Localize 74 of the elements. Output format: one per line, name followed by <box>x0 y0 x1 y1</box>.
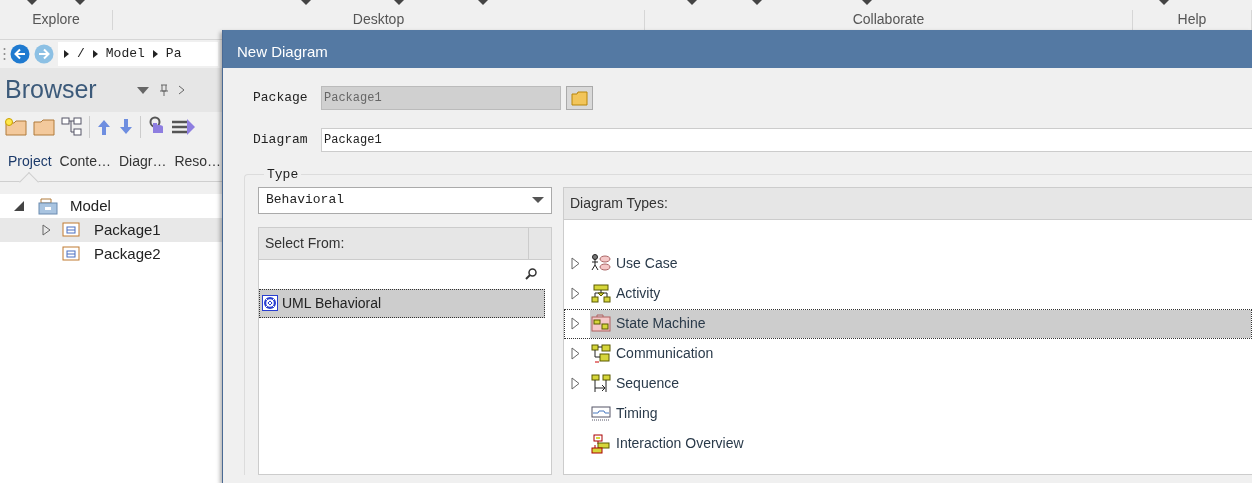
tree-item[interactable]: Sequence <box>564 368 1252 399</box>
tree-item[interactable]: Package2 <box>0 242 222 266</box>
tree-item[interactable]: Package1 <box>0 218 222 242</box>
tab[interactable]: Diagr… <box>118 151 167 171</box>
caret-icon[interactable] <box>394 0 404 5</box>
up-arrow-icon[interactable] <box>96 118 112 136</box>
tree-item[interactable]: Model <box>0 194 222 218</box>
package-icon <box>62 221 82 239</box>
tree-item[interactable]: Communication <box>564 338 1252 369</box>
field-label: Package <box>253 89 309 108</box>
tree-item[interactable]: Timing <box>564 398 1252 429</box>
dropdown-icon <box>532 197 544 203</box>
caret-icon[interactable] <box>1159 0 1169 5</box>
tree-label: Package1 <box>94 219 161 240</box>
tab[interactable]: Project <box>8 151 52 171</box>
caret-icon[interactable] <box>478 0 488 5</box>
caret-icon[interactable] <box>752 0 762 5</box>
collapsed-icon[interactable] <box>571 287 580 300</box>
tab[interactable]: Reso… <box>174 151 222 171</box>
pin-icon[interactable] <box>158 84 169 96</box>
dropdown-icon[interactable] <box>136 86 149 94</box>
communication-icon <box>591 343 611 364</box>
state-machine-icon <box>591 313 611 334</box>
triangle-icon[interactable] <box>64 50 69 58</box>
caret-icon[interactable] <box>27 0 37 5</box>
tree-label: Package2 <box>94 243 161 264</box>
column-header: Select From: <box>259 227 529 259</box>
arrow-right-icon[interactable] <box>171 118 195 136</box>
caret-icon[interactable] <box>75 0 85 5</box>
diagram-name-field[interactable]: Package1 <box>321 128 1252 152</box>
timing-icon <box>591 403 611 424</box>
model-icon <box>38 197 58 215</box>
tab[interactable]: Conte… <box>59 151 111 171</box>
caret-icon[interactable] <box>301 0 311 5</box>
breadcrumb-item[interactable]: / <box>77 44 85 64</box>
column-header: Diagram Types: <box>564 187 1252 220</box>
ribbon-group-label: Help <box>1177 10 1207 28</box>
type-dropdown[interactable]: Behavioral <box>258 186 552 214</box>
window-title: New Diagram <box>223 30 1252 68</box>
list-item[interactable]: UML Behavioral <box>259 288 545 318</box>
group-label: Type <box>266 166 300 184</box>
collapsed-icon[interactable] <box>571 317 580 330</box>
package-icon <box>62 245 82 263</box>
collapsed-icon[interactable] <box>571 377 580 390</box>
sequence-icon <box>591 373 611 394</box>
grip-icon <box>3 47 6 61</box>
expanded-icon[interactable] <box>14 201 24 211</box>
interaction-overview-icon <box>591 433 611 454</box>
tree-label: Model <box>70 195 111 216</box>
search-icon <box>525 268 537 280</box>
tree-item[interactable]: Activity <box>564 278 1252 309</box>
breadcrumb-item[interactable]: Pa <box>165 44 182 64</box>
field-label: Diagram <box>253 131 309 150</box>
collapsed-icon[interactable] <box>42 224 52 236</box>
ribbon-group-label: Desktop <box>352 10 405 28</box>
caret-icon[interactable] <box>687 0 697 5</box>
tree-item[interactable]: State Machine <box>564 308 1252 339</box>
ribbon-group-label: Explore <box>32 10 80 28</box>
collapsed-icon[interactable] <box>571 257 580 270</box>
activity-icon <box>591 283 611 304</box>
ribbon-group-label: Collaborate <box>852 10 925 28</box>
back-icon[interactable] <box>10 44 30 64</box>
triangle-icon[interactable] <box>92 50 98 58</box>
hierarchy-icon[interactable] <box>61 117 83 137</box>
down-arrow-icon[interactable] <box>118 118 134 136</box>
tree-item[interactable]: Interaction Overview <box>564 428 1252 459</box>
tree-item[interactable]: Use Case <box>564 248 1252 279</box>
collapsed-icon[interactable] <box>571 347 580 360</box>
triangle-icon[interactable] <box>152 50 158 58</box>
uml-icon <box>262 295 278 311</box>
breadcrumb-item[interactable]: Model <box>105 44 145 64</box>
caret-icon[interactable] <box>862 0 872 5</box>
use-case-icon <box>591 253 611 274</box>
panel-title: Browser <box>5 74 97 106</box>
